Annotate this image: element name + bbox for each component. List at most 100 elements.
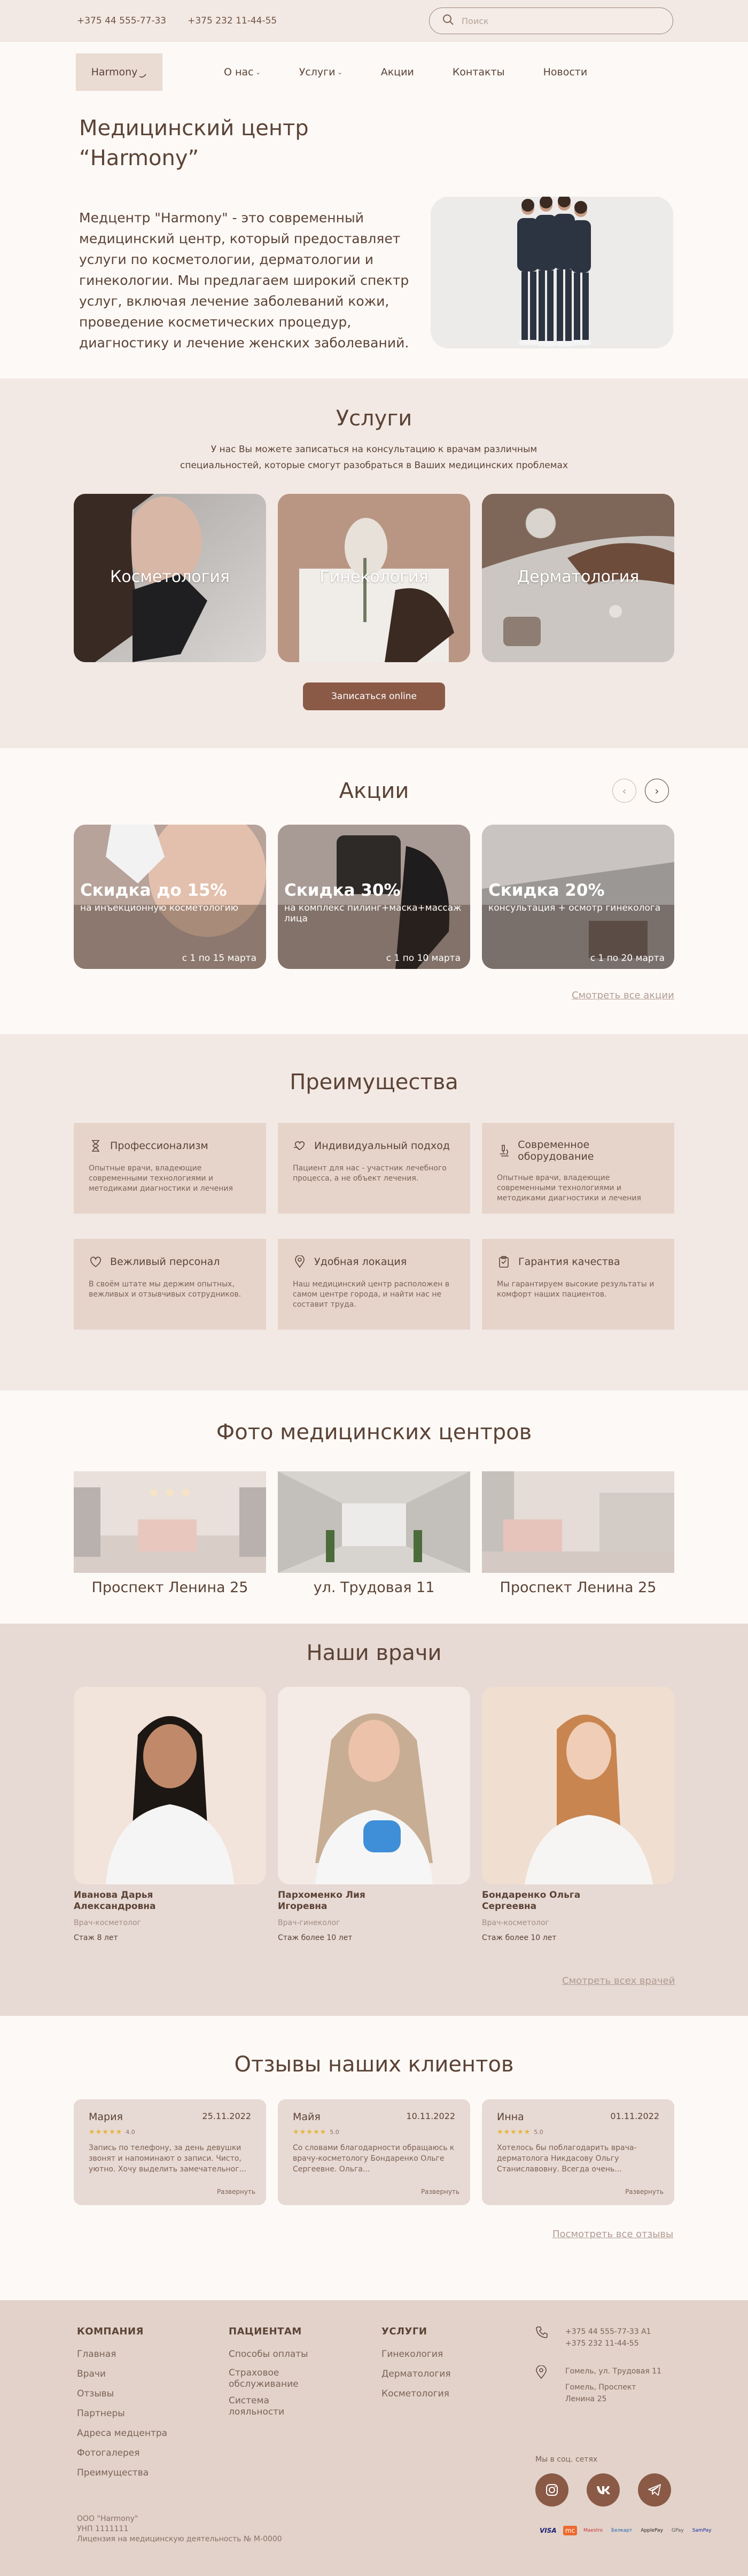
footer-link[interactable]: Отзывы <box>77 2384 167 2404</box>
rating-stars: ★★★★★ 4.0 <box>89 2128 135 2136</box>
doctor-card[interactable]: Иванова Дарья Александровна Врач-косметол… <box>74 1687 266 1942</box>
nav-item-news[interactable]: Новости <box>543 66 588 78</box>
footer-col-title: УСЛУГИ <box>381 2326 427 2337</box>
nav-item-about[interactable]: О нас ⌄ <box>224 66 261 78</box>
legal-line: УНП 1111111 <box>77 2525 129 2533</box>
footer-col-patients: ПАЦИЕНТАМ Способы оплаты Страховое обслу… <box>229 2326 320 2423</box>
service-card-label: Косметология <box>110 568 230 586</box>
nav-item-contacts[interactable]: Контакты <box>453 66 505 78</box>
hero-title-line: Медицинский центр <box>79 116 309 141</box>
telegram-icon[interactable] <box>638 2473 671 2507</box>
book-online-button[interactable]: Записаться online <box>303 682 445 710</box>
main-navigation: Harmony О нас ⌄ Услуги ⌄ Акции Контакты Но… <box>0 42 748 103</box>
promos-section: Акции ‹ › Скидка до 15% на инъекционную … <box>0 748 748 1034</box>
doctor-card[interactable]: Бондаренко Ольга Сергеевна Врач-косметоло… <box>482 1687 674 1942</box>
location-icon <box>535 2365 549 2405</box>
review-text: Запись по телефону, за день девушки звон… <box>89 2144 246 2174</box>
promo-card[interactable]: Скидка 30% на комплекс пилинг+маска+масс… <box>278 825 470 969</box>
nav-item-services[interactable]: Услуги ⌄ <box>299 66 342 78</box>
see-all-doctors-link[interactable]: Смотреть всех врачей <box>562 1975 675 1987</box>
promo-date: с 1 по 10 марта <box>386 953 461 964</box>
chevron-down-icon: ⌄ <box>255 68 261 76</box>
footer-link[interactable]: Система лояльности <box>229 2395 320 2418</box>
heart-hand-icon <box>293 1139 307 1153</box>
footer-link[interactable]: Гинекология <box>381 2345 451 2364</box>
review-card: Майя 10.11.2022 ★★★★★ 5.0 Со словами благо… <box>278 2099 470 2205</box>
search-input[interactable] <box>462 15 665 26</box>
phone-link-1[interactable]: +375 44 555-77-33 <box>77 15 166 26</box>
logo-mark-icon <box>139 74 147 78</box>
social-label: Мы в соц. сетях <box>535 2455 598 2464</box>
nav-item-promos[interactable]: Акции <box>381 66 414 78</box>
advantage-text: Мы гарантируем высокие результаты и комф… <box>497 1280 654 1299</box>
clinic-photo <box>74 1471 266 1573</box>
footer-link[interactable]: Дерматология <box>381 2364 451 2384</box>
service-card-label: Гинекология <box>320 568 428 586</box>
footer: КОМПАНИЯ Главная Врачи Отзывы Партнеры А… <box>0 2300 748 2576</box>
advantage-title: Вежливый персонал <box>110 1256 220 1268</box>
photos-section: Фото медицинских центров Проспект Ленина… <box>0 1391 748 1624</box>
review-card: Мария 25.11.2022 ★★★★★ 4.0 Запись по телеф… <box>74 2099 266 2205</box>
logo[interactable]: Harmony <box>76 53 162 91</box>
footer-phone[interactable]: +375 44 555-77-33 А1 <box>565 2327 651 2336</box>
doctor-card[interactable]: Пархоменко Лия Игоревна Врач-гинеколог Ст… <box>278 1687 470 1942</box>
see-all-reviews-link[interactable]: Посмотреть все отзывы <box>552 2229 673 2240</box>
vk-icon[interactable] <box>587 2473 620 2507</box>
advantage-card: Профессионализм Опытные врачи, владеющие… <box>74 1123 266 1214</box>
service-card-cosmetology[interactable]: Косметология <box>74 494 266 662</box>
expand-review-link[interactable]: Развернуть <box>217 2188 255 2195</box>
see-all-promos-link[interactable]: Смотреть все акции <box>572 990 674 1001</box>
hourglass-icon <box>89 1139 103 1153</box>
footer-link[interactable]: Врачи <box>77 2364 167 2384</box>
clinic-photo-card[interactable]: ул. Трудовая 11 <box>278 1471 470 1596</box>
review-date: 01.11.2022 <box>610 2111 659 2121</box>
expand-review-link[interactable]: Развернуть <box>625 2188 664 2195</box>
arrow-left-icon[interactable]: ‹ <box>612 779 636 803</box>
expand-review-link[interactable]: Развернуть <box>421 2188 459 2195</box>
footer-link[interactable]: Преимущества <box>77 2463 167 2483</box>
clinic-photo <box>482 1471 674 1573</box>
doctor-name-line: Иванова Дарья <box>74 1890 153 1900</box>
footer-address: Ленина 25 <box>565 2395 607 2403</box>
promo-date: с 1 по 15 марта <box>182 953 256 964</box>
promo-card[interactable]: Скидка до 15% на инъекционную косметолог… <box>74 825 266 969</box>
footer-link[interactable]: Главная <box>77 2345 167 2364</box>
footer-link[interactable]: Страховое обслуживание <box>229 2368 320 2390</box>
arrow-right-icon[interactable]: › <box>645 779 669 803</box>
clinic-photo-card[interactable]: Проспект Ленина 25 <box>74 1471 266 1596</box>
search-box[interactable] <box>429 7 673 34</box>
footer-link[interactable]: Партнеры <box>77 2404 167 2424</box>
doctor-name: Бондаренко Ольга Сергеевна <box>482 1890 674 1912</box>
hero-title-line: “Harmony” <box>79 146 199 170</box>
footer-address: Гомель, Проспект <box>565 2383 636 2392</box>
instagram-icon[interactable] <box>535 2473 568 2507</box>
reviewer-name: Мария <box>89 2111 123 2123</box>
googlepay-logo: GPay <box>671 2528 684 2533</box>
belkart-logo: Белкарт <box>611 2528 633 2533</box>
doctor-name-line: Пархоменко Лия <box>278 1890 365 1900</box>
promo-desc: консультация + осмотр гинеколога <box>488 903 661 913</box>
nav-item-label: Услуги <box>299 66 336 78</box>
footer-link[interactable]: Адреса медцентра <box>77 2424 167 2443</box>
service-card-gynecology[interactable]: Гинекология <box>278 494 470 662</box>
rating-stars: ★★★★★ 5.0 <box>293 2128 339 2136</box>
reviews-section: Отзывы наших клиентов Мария 25.11.2022 ★★… <box>0 2016 748 2300</box>
footer-phone[interactable]: +375 232 11-44-55 <box>565 2339 639 2348</box>
clinic-photo-card[interactable]: Проспект Ленина 25 <box>482 1471 674 1596</box>
promo-card[interactable]: Скидка 20% консультация + осмотр гинекол… <box>482 825 674 969</box>
promo-title: Скидка до 15% <box>80 881 227 900</box>
footer-link[interactable]: Способы оплаты <box>229 2345 320 2364</box>
phone-link-2[interactable]: +375 232 11-44-55 <box>188 15 277 26</box>
footer-link[interactable]: Фотогалерея <box>77 2443 167 2463</box>
review-text: Хотелось бы поблагодарить врача-дерматол… <box>497 2144 637 2174</box>
footer-col-services: УСЛУГИ Гинекология Дерматология Косметол… <box>381 2326 451 2404</box>
legal-line: ООО "Harmony" <box>77 2515 138 2523</box>
doctor-name-line: Александровна <box>74 1901 156 1912</box>
rating-value: 5.0 <box>534 2129 543 2136</box>
service-card-dermatology[interactable]: Дерматология <box>482 494 674 662</box>
footer-link[interactable]: Косметология <box>381 2384 451 2404</box>
reviewer-name: Майя <box>293 2111 321 2123</box>
applepay-logo: ApplePay <box>641 2528 663 2533</box>
search-icon[interactable] <box>442 14 454 28</box>
service-card-label: Дерматология <box>517 568 640 586</box>
